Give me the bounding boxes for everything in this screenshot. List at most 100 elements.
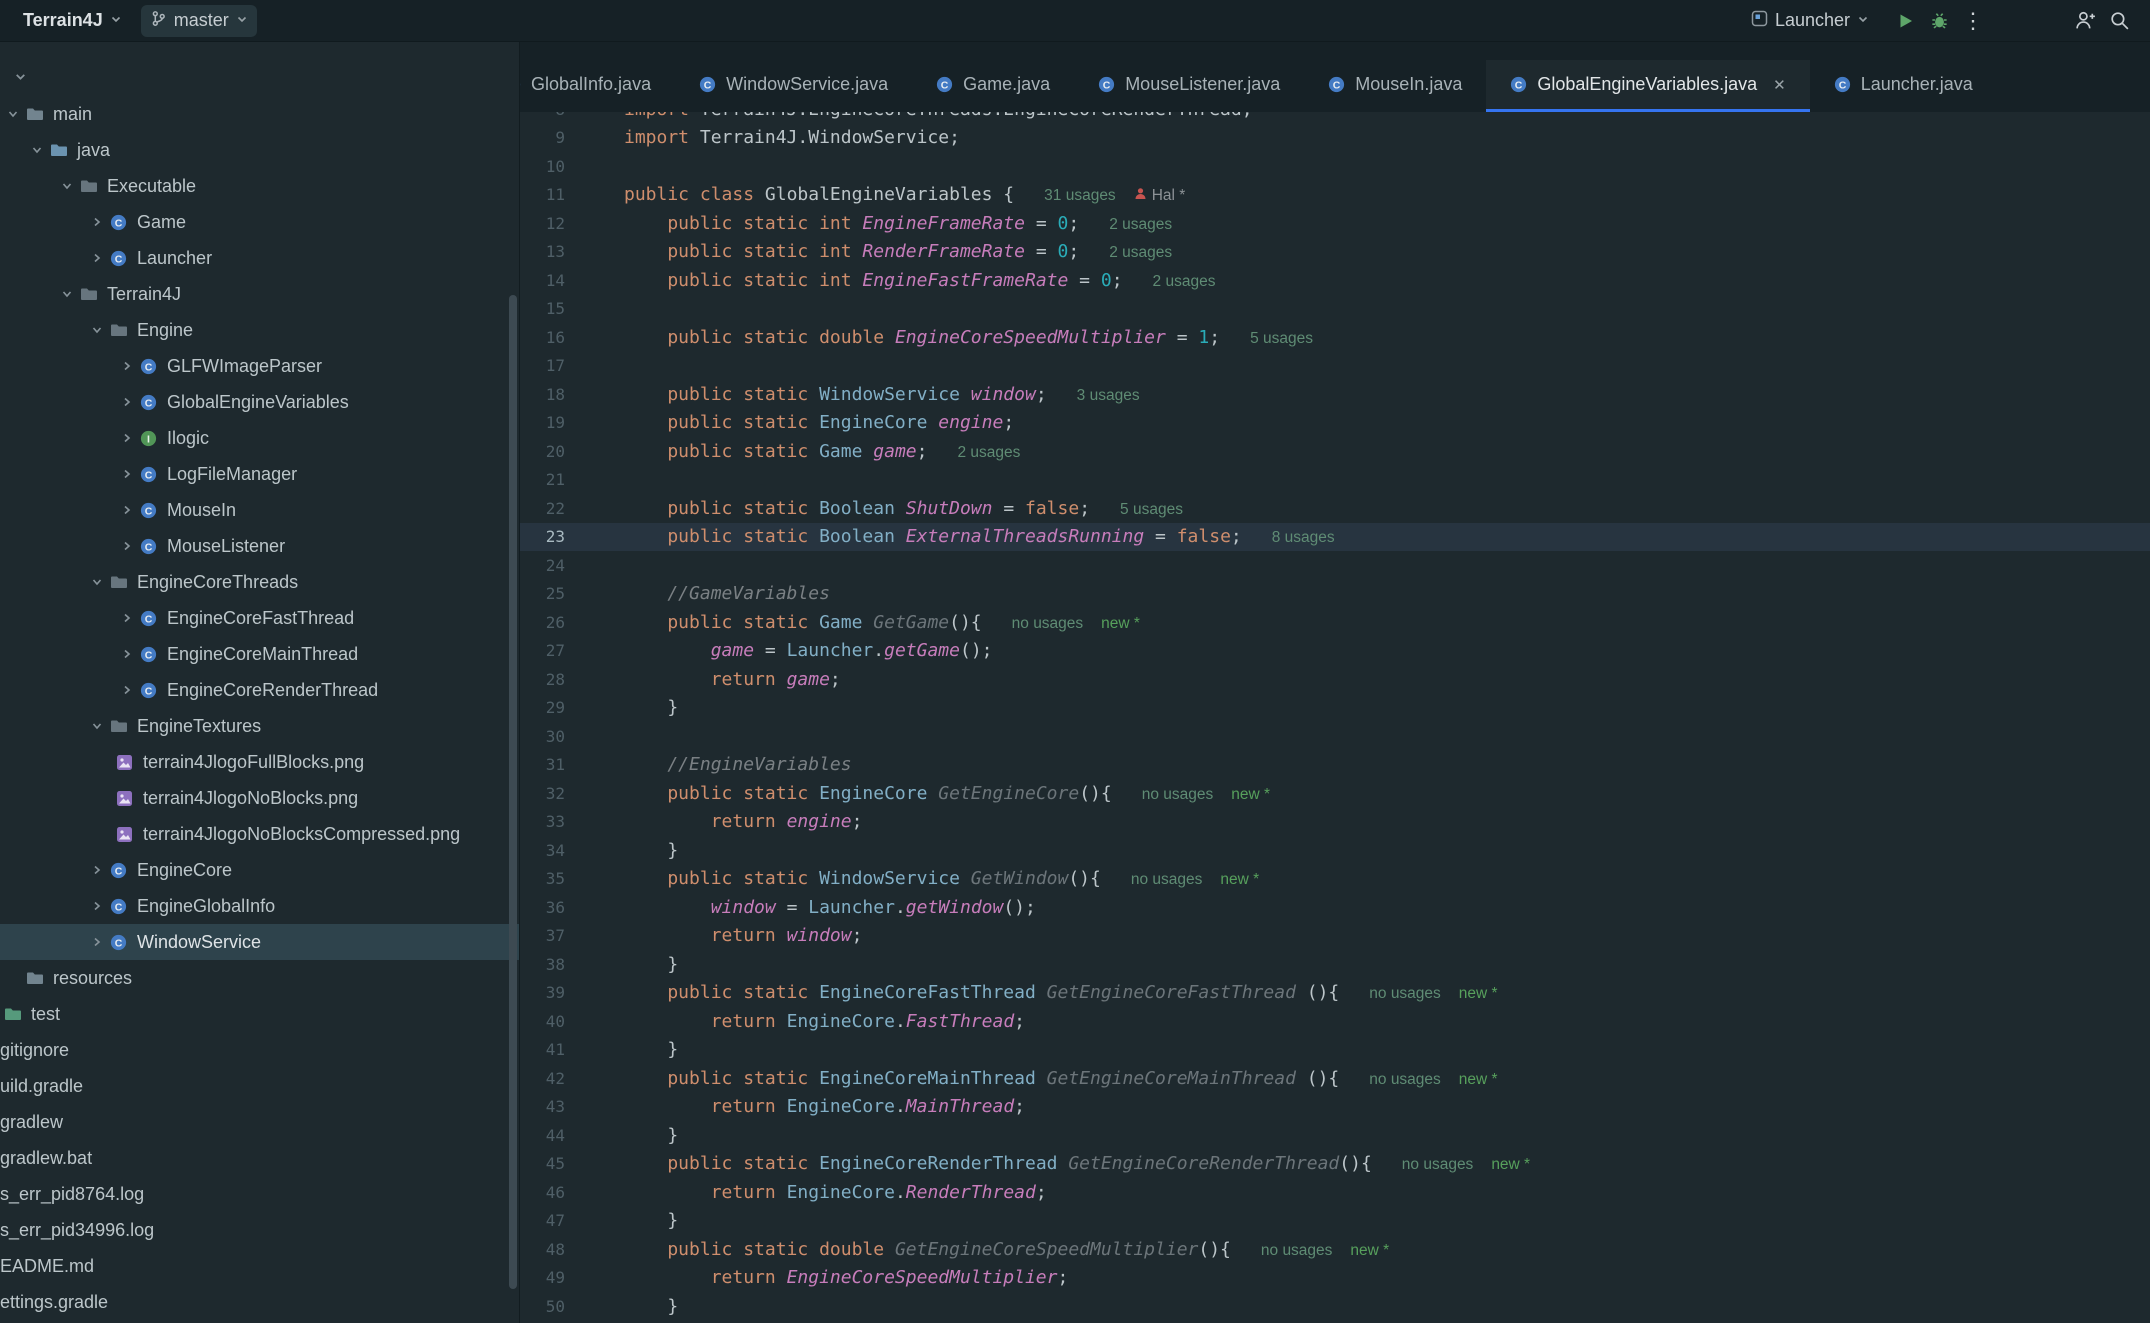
chevron-right-icon[interactable] bbox=[84, 900, 110, 912]
tree-item-MouseIn[interactable]: CMouseIn bbox=[0, 492, 519, 528]
tree-item-EngineTextures[interactable]: EngineTextures bbox=[0, 708, 519, 744]
line-number[interactable]: 10 bbox=[520, 157, 624, 176]
usages-hint[interactable]: no usages bbox=[1131, 871, 1203, 889]
code-line[interactable]: 44 } bbox=[520, 1121, 2150, 1150]
usages-hint[interactable]: 31 usages bbox=[1044, 187, 1116, 205]
project-widget[interactable]: Terrain4J bbox=[14, 5, 131, 36]
code-line[interactable]: 19 public static EngineCore engine; bbox=[520, 409, 2150, 438]
tree-item-Ilogic[interactable]: IIlogic bbox=[0, 420, 519, 456]
usages-hint[interactable]: 3 usages bbox=[1077, 387, 1140, 405]
tab-WindowService.java[interactable]: CWindowService.java bbox=[675, 60, 912, 112]
line-number[interactable]: 47 bbox=[520, 1211, 624, 1230]
tree-item-gitignore[interactable]: gitignore bbox=[0, 1032, 519, 1068]
code-line[interactable]: 49 return EngineCoreSpeedMultiplier; bbox=[520, 1264, 2150, 1293]
tree-item-uild.gradle[interactable]: uild.gradle bbox=[0, 1068, 519, 1104]
tree-item-terrain4JlogoNoBlocksCompressed.png[interactable]: terrain4JlogoNoBlocksCompressed.png bbox=[0, 816, 519, 852]
chevron-down-icon[interactable] bbox=[84, 324, 110, 336]
line-number[interactable]: 23 bbox=[520, 527, 624, 546]
tab-GlobalInfo.java[interactable]: CGlobalInfo.java bbox=[520, 60, 675, 112]
line-number[interactable]: 21 bbox=[520, 470, 624, 489]
chevron-down-icon[interactable] bbox=[54, 180, 80, 192]
tree-item-Terrain4J[interactable]: Terrain4J bbox=[0, 276, 519, 312]
tree-item-EngineCoreThreads[interactable]: EngineCoreThreads bbox=[0, 564, 519, 600]
tree-item-EngineCoreMainThread[interactable]: CEngineCoreMainThread bbox=[0, 636, 519, 672]
new-hint[interactable]: new * bbox=[1491, 1156, 1530, 1174]
code-line[interactable]: 25 //GameVariables bbox=[520, 580, 2150, 609]
usages-hint[interactable]: 2 usages bbox=[957, 444, 1020, 462]
line-number[interactable]: 17 bbox=[520, 356, 624, 375]
chevron-right-icon[interactable] bbox=[114, 684, 140, 696]
code-line[interactable]: 41 } bbox=[520, 1036, 2150, 1065]
chevron-right-icon[interactable] bbox=[84, 252, 110, 264]
close-icon[interactable]: ✕ bbox=[1773, 76, 1786, 94]
code-line[interactable]: 32 public static EngineCore GetEngineCor… bbox=[520, 779, 2150, 808]
chevron-right-icon[interactable] bbox=[84, 864, 110, 876]
tree-item-java[interactable]: java bbox=[0, 132, 519, 168]
code-line[interactable]: 11public class GlobalEngineVariables {31… bbox=[520, 181, 2150, 210]
code-line[interactable]: 16 public static double EngineCoreSpeedM… bbox=[520, 323, 2150, 352]
code-line[interactable]: 24 bbox=[520, 551, 2150, 580]
line-number[interactable]: 15 bbox=[520, 299, 624, 318]
line-number[interactable]: 28 bbox=[520, 670, 624, 689]
line-number[interactable]: 49 bbox=[520, 1268, 624, 1287]
code-line[interactable]: 46 return EngineCore.RenderThread; bbox=[520, 1178, 2150, 1207]
chevron-right-icon[interactable] bbox=[114, 468, 140, 480]
new-hint[interactable]: new * bbox=[1459, 1071, 1498, 1089]
line-number[interactable]: 25 bbox=[520, 584, 624, 603]
usages-hint[interactable]: 2 usages bbox=[1109, 216, 1172, 234]
tab-MouseListener.java[interactable]: CMouseListener.java bbox=[1074, 60, 1304, 112]
chevron-right-icon[interactable] bbox=[114, 612, 140, 624]
code-line[interactable]: 37 return window; bbox=[520, 922, 2150, 951]
code-line[interactable]: 23 public static Boolean ExternalThreads… bbox=[520, 523, 2150, 552]
tree-item-s_err_pid34996.log[interactable]: s_err_pid34996.log bbox=[0, 1212, 519, 1248]
author-hint[interactable]: Hal * bbox=[1134, 187, 1186, 205]
code-line[interactable]: 33 return engine; bbox=[520, 808, 2150, 837]
code-line[interactable]: 26 public static Game GetGame(){no usage… bbox=[520, 608, 2150, 637]
line-number[interactable]: 42 bbox=[520, 1069, 624, 1088]
code-line[interactable]: 30 bbox=[520, 722, 2150, 751]
code-line[interactable]: 34 } bbox=[520, 836, 2150, 865]
tree-item-EngineCoreRenderThread[interactable]: CEngineCoreRenderThread bbox=[0, 672, 519, 708]
tree-item-test[interactable]: test bbox=[0, 996, 519, 1032]
code-line[interactable]: 17 bbox=[520, 352, 2150, 381]
code-line[interactable]: 13 public static int RenderFrameRate = 0… bbox=[520, 238, 2150, 267]
search-icon[interactable] bbox=[2102, 4, 2136, 38]
code-line[interactable]: 15 bbox=[520, 295, 2150, 324]
chevron-down-icon[interactable] bbox=[24, 144, 50, 156]
tree-item-EngineCore[interactable]: CEngineCore bbox=[0, 852, 519, 888]
chevron-down-icon[interactable] bbox=[54, 288, 80, 300]
tree-item-resources[interactable]: resources bbox=[0, 960, 519, 996]
code-line[interactable]: 47 } bbox=[520, 1207, 2150, 1236]
usages-hint[interactable]: 8 usages bbox=[1272, 529, 1335, 547]
usages-hint[interactable]: no usages bbox=[1369, 1071, 1441, 1089]
line-number[interactable]: 40 bbox=[520, 1012, 624, 1031]
line-number[interactable]: 35 bbox=[520, 869, 624, 888]
usages-hint[interactable]: no usages bbox=[1402, 1156, 1474, 1174]
code-line[interactable]: 9import Terrain4J.WindowService; bbox=[520, 124, 2150, 153]
line-number[interactable]: 24 bbox=[520, 556, 624, 575]
tree-item-EngineGlobalInfo[interactable]: CEngineGlobalInfo bbox=[0, 888, 519, 924]
line-number[interactable]: 27 bbox=[520, 641, 624, 660]
tree-item-EADME.md[interactable]: EADME.md bbox=[0, 1248, 519, 1284]
usages-hint[interactable]: no usages bbox=[1012, 615, 1084, 633]
tree-item-GLFWImageParser[interactable]: CGLFWImageParser bbox=[0, 348, 519, 384]
code-line[interactable]: 21 bbox=[520, 466, 2150, 495]
run-config-widget[interactable]: Launcher bbox=[1742, 5, 1878, 37]
usages-hint[interactable]: no usages bbox=[1142, 786, 1214, 804]
chevron-down-icon[interactable] bbox=[84, 576, 110, 588]
code-line[interactable]: 35 public static WindowService GetWindow… bbox=[520, 865, 2150, 894]
tree-item-MouseListener[interactable]: CMouseListener bbox=[0, 528, 519, 564]
chevron-down-icon[interactable] bbox=[0, 108, 26, 120]
line-number[interactable]: 36 bbox=[520, 898, 624, 917]
code-line[interactable]: 29 } bbox=[520, 694, 2150, 723]
usages-hint[interactable]: 2 usages bbox=[1153, 273, 1216, 291]
code-line[interactable]: 39 public static EngineCoreFastThread Ge… bbox=[520, 979, 2150, 1008]
code-line[interactable]: 50 } bbox=[520, 1292, 2150, 1321]
tree-item-gradlew[interactable]: gradlew bbox=[0, 1104, 519, 1140]
new-hint[interactable]: new * bbox=[1459, 985, 1498, 1003]
tree-item-Engine[interactable]: Engine bbox=[0, 312, 519, 348]
chevron-down-icon[interactable] bbox=[14, 70, 27, 88]
tree-item-terrain4JlogoFullBlocks.png[interactable]: terrain4JlogoFullBlocks.png bbox=[0, 744, 519, 780]
new-hint[interactable]: new * bbox=[1220, 871, 1259, 889]
line-number[interactable]: 13 bbox=[520, 242, 624, 261]
